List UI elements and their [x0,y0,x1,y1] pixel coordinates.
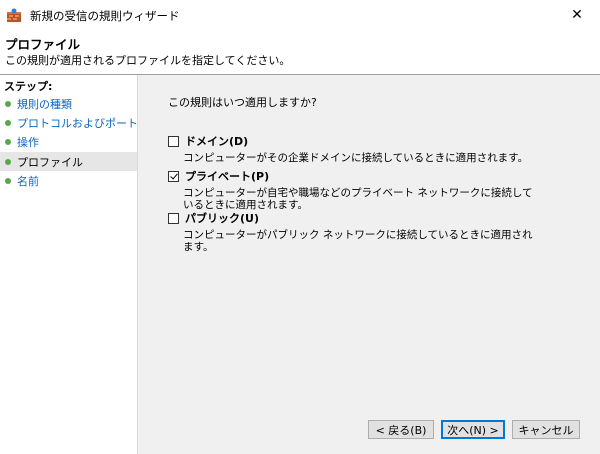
next-button[interactable]: 次へ(N) > [441,420,505,439]
page-title: プロファイル [5,37,81,52]
step-bullet-icon [5,158,11,165]
close-button[interactable]: ✕ [554,0,600,30]
step-label: 名前 [17,174,39,188]
option-public: パブリック(U) コンピューターがパブリック ネットワークに接続しているときに適… [168,210,568,253]
window-title: 新規の受信の規則ウィザード [30,9,180,23]
step-item-name[interactable]: 名前 [0,171,137,190]
step-item-protocol-ports[interactable]: プロトコルおよびポート [0,113,138,132]
step-label: 操作 [17,135,39,149]
title-bar: 新規の受信の規則ウィザード ✕ [0,0,600,30]
public-checkbox-row[interactable]: パブリック(U) [168,210,568,226]
option-label: パブリック(U) [185,212,259,225]
option-description: コンピューターがパブリック ネットワークに接続しているときに適用されます。 [183,229,533,253]
cancel-button[interactable]: キャンセル [512,420,580,439]
step-label: プロファイル [17,155,83,169]
step-bullet-icon [5,119,11,126]
step-bullet-icon [5,138,11,145]
wizard-header: プロファイル この規則が適用されるプロファイルを指定してください。 [0,30,600,75]
close-icon: ✕ [571,7,583,23]
step-item-rule-type[interactable]: 規則の種類 [0,94,137,113]
public-checkbox[interactable] [168,212,179,224]
option-label: ドメイン(D) [185,135,249,148]
domain-checkbox[interactable] [168,135,179,147]
option-private: プライベート(P) コンピューターが自宅や職場などのプライベート ネットワークに… [168,168,568,211]
firewall-icon [7,8,21,22]
step-label: 規則の種類 [17,97,72,111]
step-bullet-icon [5,100,11,107]
option-label: プライベート(P) [185,170,270,183]
step-bullet-icon [5,177,11,184]
back-button[interactable]: < 戻る(B) [368,420,434,439]
option-domain: ドメイン(D) コンピューターがその企業ドメインに接続しているときに適用されます… [168,133,568,164]
private-checkbox[interactable] [168,170,179,182]
option-description: コンピューターが自宅や職場などのプライベート ネットワークに接続しているときに適… [183,187,533,211]
question-text: この規則はいつ適用しますか? [168,96,317,109]
steps-label: ステップ: [4,80,53,93]
domain-checkbox-row[interactable]: ドメイン(D) [168,133,568,149]
step-label: プロトコルおよびポート [17,116,138,130]
private-checkbox-row[interactable]: プライベート(P) [168,168,568,184]
page-description: この規則が適用されるプロファイルを指定してください。 [5,54,291,67]
step-item-profile[interactable]: プロファイル [0,152,137,171]
step-item-action[interactable]: 操作 [0,132,137,151]
steps-sidebar: ステップ: 規則の種類 プロトコルおよびポート 操作 プロファイル 名前 [0,75,138,454]
option-description: コンピューターがその企業ドメインに接続しているときに適用されます。 [183,152,529,164]
